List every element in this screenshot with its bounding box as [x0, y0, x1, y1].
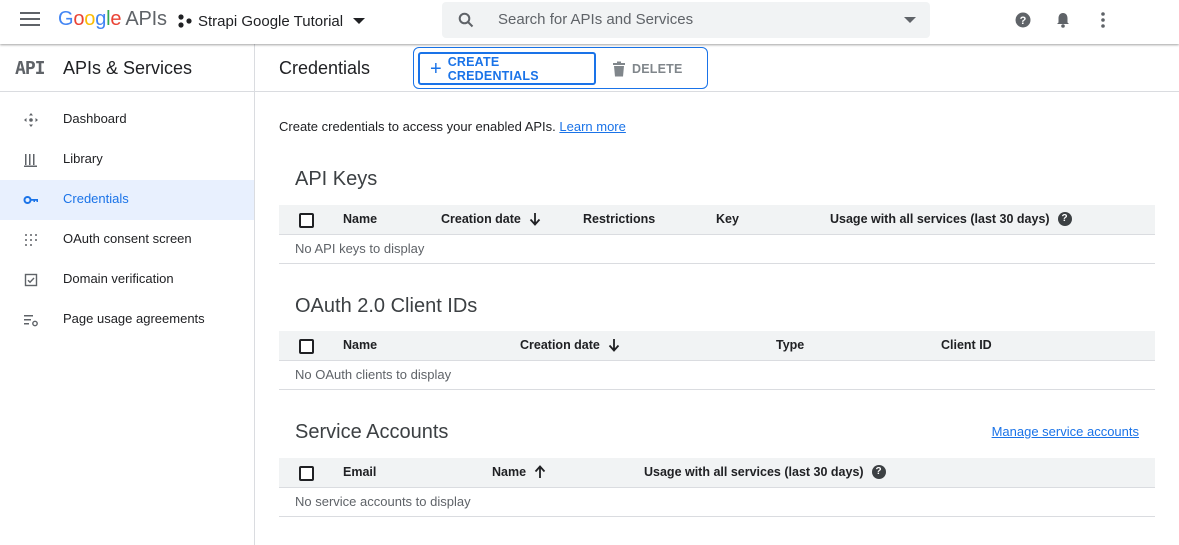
select-all-checkbox[interactable]: [299, 339, 314, 354]
column-key: Key: [716, 212, 739, 226]
table-header: Name Creation date Type Client ID: [279, 331, 1155, 361]
help-icon[interactable]: ?: [871, 465, 886, 479]
arrow-down-icon: [608, 339, 620, 352]
svg-text:?: ?: [1020, 15, 1027, 27]
column-client-id: Client ID: [941, 338, 992, 352]
table-header: Email Name Usage with all services (last…: [279, 458, 1155, 488]
create-credentials-button[interactable]: + CREATE CREDENTIALS: [418, 52, 596, 85]
domain-check-icon: [24, 273, 38, 287]
sidebar-item-oauth-consent-screen[interactable]: OAuth consent screen: [0, 220, 254, 260]
empty-row: No service accounts to display: [279, 488, 1155, 517]
left-sidebar: API APIs & Services Dashboard Library Cr…: [0, 44, 255, 545]
empty-row: No OAuth clients to display: [279, 361, 1155, 390]
sidebar-item-domain-verification[interactable]: Domain verification: [0, 260, 254, 300]
column-email: Email: [343, 465, 377, 479]
table-header: Name Creation date Restrictions Key Usag…: [279, 205, 1155, 235]
search-input[interactable]: Search for APIs and Services: [498, 11, 693, 28]
key-icon: [23, 196, 38, 204]
oauth-clients-table: Name Creation date Type Client ID No OAu…: [279, 331, 1155, 390]
service-accounts-title: Service Accounts: [295, 421, 449, 443]
sidebar-item-library[interactable]: Library: [0, 140, 254, 180]
settings-list-icon: [24, 315, 38, 327]
service-accounts-table: Email Name Usage with all services (last…: [279, 458, 1155, 517]
oauth-consent-icon: [25, 234, 37, 246]
column-name[interactable]: Name: [492, 465, 546, 479]
chevron-down-icon: [353, 18, 366, 24]
notifications-icon[interactable]: [1054, 11, 1072, 29]
menu-icon[interactable]: [20, 12, 40, 28]
column-usage: Usage with all services (last 30 days)?: [830, 212, 1072, 226]
column-creation-date[interactable]: Creation date: [441, 212, 541, 226]
search-icon: [458, 12, 474, 28]
column-name[interactable]: Name: [343, 338, 377, 352]
delete-button[interactable]: DELETE: [612, 52, 692, 85]
api-logo-icon: API: [15, 58, 45, 79]
more-vert-icon[interactable]: [1094, 11, 1112, 29]
library-icon: [24, 154, 37, 167]
select-all-checkbox[interactable]: [299, 466, 314, 481]
plus-icon: +: [430, 57, 442, 80]
select-all-checkbox[interactable]: [299, 213, 314, 228]
action-bar: + CREATE CREDENTIALS DELETE: [413, 47, 708, 89]
sidebar-title[interactable]: APIs & Services: [63, 58, 192, 79]
dashboard-icon: [24, 113, 38, 127]
empty-row: No API keys to display: [279, 235, 1155, 264]
api-keys-table: Name Creation date Restrictions Key Usag…: [279, 205, 1155, 264]
sidebar-header: API APIs & Services: [0, 44, 254, 92]
main-content: Credentials + CREATE CREDENTIALS DELETE …: [255, 44, 1179, 545]
learn-more-link[interactable]: Learn more: [559, 119, 625, 134]
project-dots-icon: [178, 14, 192, 28]
api-keys-title: API Keys: [295, 168, 378, 190]
manage-service-accounts-link[interactable]: Manage service accounts: [992, 424, 1139, 439]
sidebar-item-credentials[interactable]: Credentials: [0, 180, 254, 220]
arrow-up-icon: [534, 465, 546, 478]
google-apis-logo[interactable]: Google APIs: [58, 8, 167, 31]
column-restrictions: Restrictions: [583, 212, 656, 226]
page-title: Credentials: [279, 58, 371, 78]
column-name[interactable]: Name: [343, 212, 377, 226]
search-bar[interactable]: Search for APIs and Services: [442, 2, 930, 38]
column-creation-date[interactable]: Creation date: [520, 338, 620, 352]
column-type: Type: [776, 338, 805, 352]
column-usage: Usage with all services (last 30 days)?: [644, 465, 886, 479]
search-dropdown-icon[interactable]: [904, 17, 916, 23]
project-selector[interactable]: Strapi Google Tutorial: [178, 10, 366, 32]
intro-text: Create credentials to access your enable…: [279, 119, 626, 134]
sidebar-item-dashboard[interactable]: Dashboard: [0, 100, 254, 140]
oauth-clients-title: OAuth 2.0 Client IDs: [295, 295, 478, 317]
trash-icon: [613, 61, 625, 76]
page-header: Credentials + CREATE CREDENTIALS DELETE: [255, 44, 1179, 92]
sidebar-item-page-usage-agreements[interactable]: Page usage agreements: [0, 300, 254, 340]
top-app-bar: Google APIs Strapi Google Tutorial Search…: [0, 0, 1179, 44]
help-icon[interactable]: ?: [1057, 212, 1072, 226]
project-name: Strapi Google Tutorial: [198, 12, 344, 30]
arrow-down-icon: [529, 213, 541, 226]
help-icon[interactable]: ?: [1014, 11, 1032, 29]
